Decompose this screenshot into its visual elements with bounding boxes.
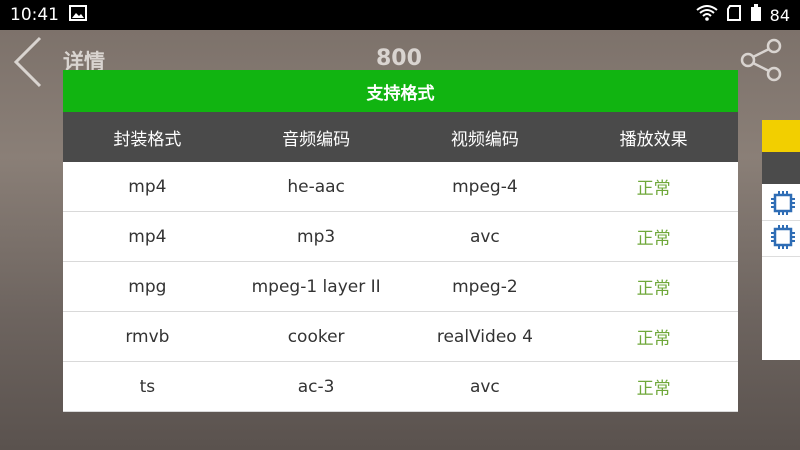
cell-result: 正常 (636, 179, 671, 199)
cell-result: 正常 (636, 279, 671, 299)
cell-audio: ac-3 (297, 376, 335, 397)
cell-result: 正常 (636, 329, 671, 349)
cell-video: mpeg-4 (452, 176, 518, 197)
table-row: mp4 mp3 avc 正常 (63, 212, 738, 262)
status-time: 10:41 (10, 5, 59, 25)
center-title: 800 (376, 46, 422, 71)
wifi-icon (696, 4, 718, 26)
battery-level: 84 (769, 5, 790, 25)
cell-video: mpeg-2 (452, 276, 518, 297)
cell-audio: cooker (287, 326, 345, 347)
column-header-container: 封装格式 (113, 129, 182, 150)
cell-container: mp4 (128, 176, 167, 197)
side-panel-header (762, 152, 800, 184)
cell-audio: mp3 (297, 226, 336, 247)
cell-video: realVideo 4 (436, 326, 533, 347)
cell-container: mp4 (128, 226, 167, 247)
side-panel (762, 120, 800, 360)
cell-audio: mpeg-1 layer II (251, 276, 381, 297)
table-row: mp4 he-aac mpeg-4 正常 (63, 162, 738, 212)
chip-icon (770, 190, 796, 220)
back-chevron-icon[interactable] (12, 36, 44, 92)
cell-video: avc (469, 376, 500, 397)
cell-video: avc (469, 226, 500, 247)
table-row: rmvb cooker realVideo 4 正常 (63, 312, 738, 362)
cell-container: mpg (128, 276, 167, 297)
share-icon[interactable] (740, 38, 784, 86)
divider (762, 256, 800, 257)
table-row: ts ac-3 avc 正常 (63, 362, 738, 412)
side-panel-accent-bar (762, 120, 800, 152)
cell-audio: he-aac (287, 176, 345, 197)
sim-icon (726, 4, 742, 26)
status-bar: 10:41 84 (0, 0, 800, 30)
table-header: 封装格式 音频编码 视频编码 播放效果 (63, 112, 738, 162)
divider (762, 220, 800, 221)
chip-icon (770, 224, 796, 254)
table-row: mpg mpeg-1 layer II mpeg-2 正常 (63, 262, 738, 312)
image-icon (69, 4, 87, 26)
dialog-title: 支持格式 (63, 70, 738, 112)
supported-formats-dialog: 支持格式 封装格式 音频编码 视频编码 播放效果 mp4 he-aac mpeg… (63, 70, 738, 412)
column-header-result: 播放效果 (619, 129, 688, 150)
cell-result: 正常 (636, 229, 671, 249)
column-header-audio: 音频编码 (282, 129, 351, 150)
column-header-video: 视频编码 (450, 129, 519, 150)
cell-container: rmvb (125, 326, 170, 347)
cell-container: ts (139, 376, 156, 397)
battery-icon (750, 3, 762, 27)
cell-result: 正常 (636, 379, 671, 399)
